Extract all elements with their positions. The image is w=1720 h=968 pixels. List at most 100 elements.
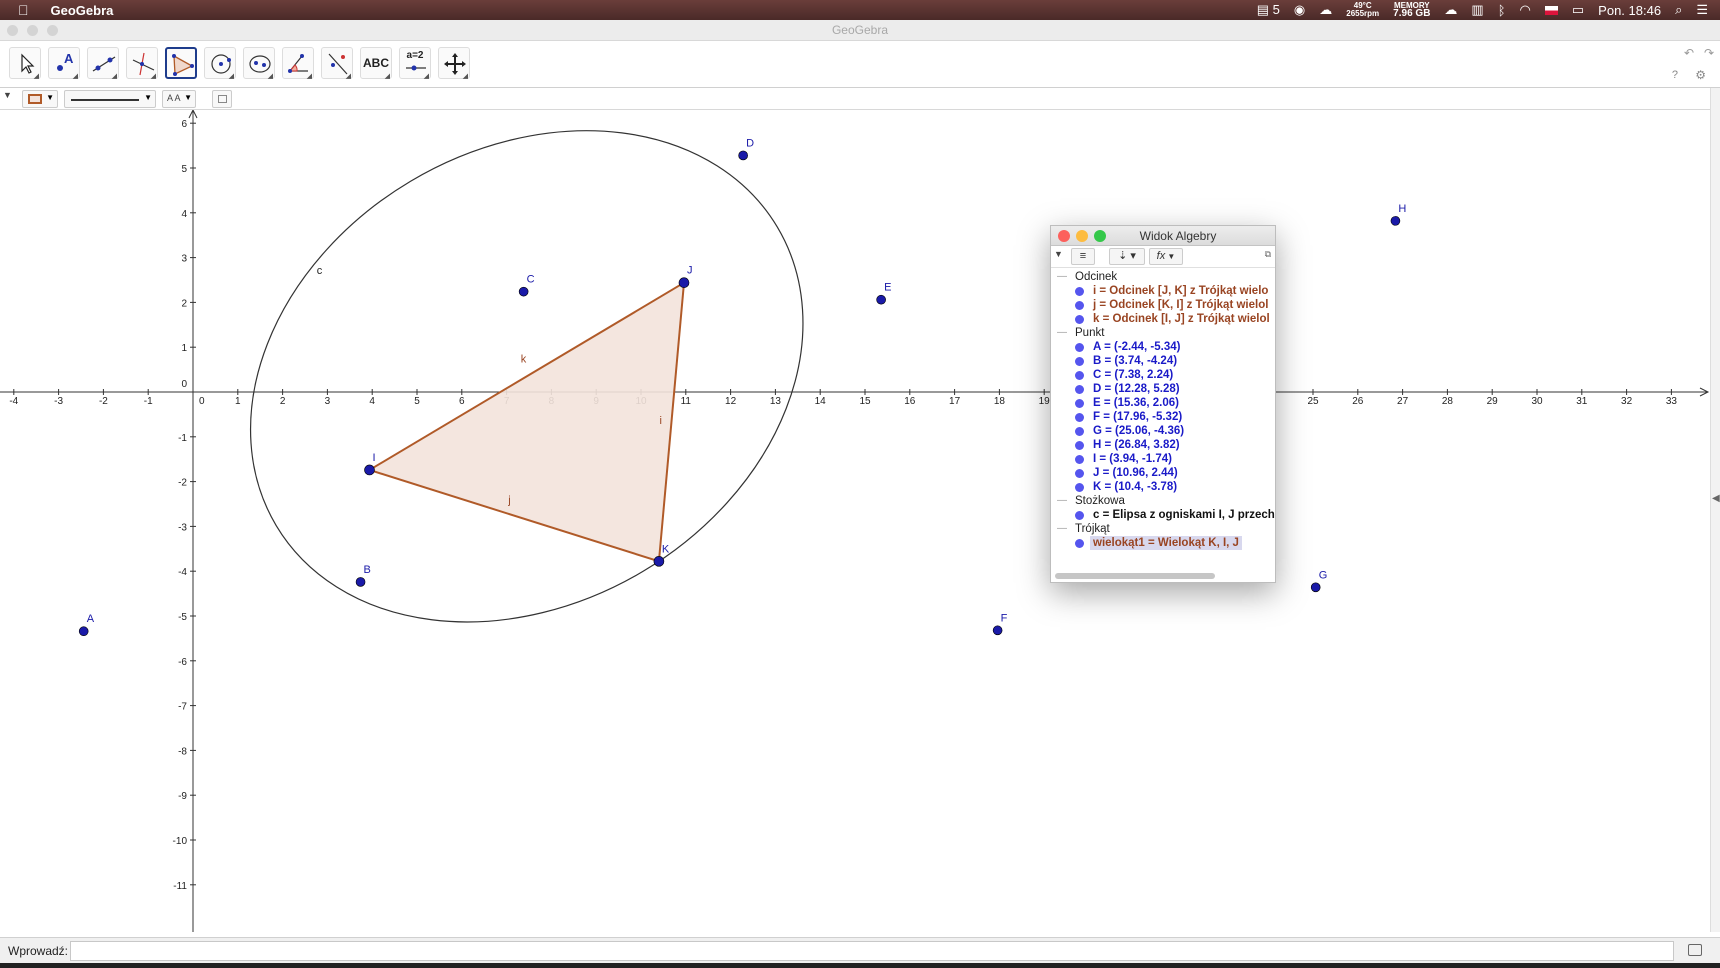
point-k[interactable] [653,556,665,567]
line-tool-button[interactable]: ◢ [87,47,119,80]
conic-tool-button[interactable]: ◢ [243,47,275,80]
point-g[interactable] [1310,582,1321,593]
bluetooth-icon[interactable]: ᛒ [1498,3,1506,18]
algebra-window-titlebar[interactable]: Widok Algebry [1051,226,1275,246]
indicator-icon[interactable]: ▤ 5 [1257,2,1280,18]
text-tool-label: ABC [363,56,389,70]
line-style-icon [71,99,139,101]
polygon-tool-button[interactable] [165,47,197,79]
visibility-toggle-icon[interactable] [1075,413,1084,422]
x-tick-label: 16 [904,396,916,407]
perpendicular-tool-button[interactable]: ◢ [126,47,158,80]
input-label: Wprowadź: [8,944,69,958]
line-style-button[interactable]: ▼ [64,90,156,108]
point-tool-button[interactable]: A ◢ [48,47,80,80]
visibility-toggle-icon[interactable] [1075,399,1084,408]
window-bottom-edge [0,963,1720,968]
y-tick-label: 4 [181,209,187,220]
search-icon[interactable]: ⌕ [1675,2,1682,18]
x-tick-label: 25 [1307,396,1319,407]
point-a[interactable] [78,626,89,637]
graphics-view[interactable]: -4-3-2-101234567891011121314151617181920… [0,110,1710,932]
fix-object-button[interactable] [212,90,232,108]
x-tick-label: -1 [144,396,153,407]
input-bar: Wprowadź: [0,937,1720,963]
notification-center-icon[interactable]: ☰ [1696,2,1708,18]
style-bar: ▼ ▼ ▼ A A ▼ [0,88,1720,110]
memory-monitor[interactable]: MEMORY 7.96 GB [1393,2,1430,19]
visibility-toggle-icon[interactable] [1075,483,1084,492]
side-panel-strip: ◀ [1710,88,1720,932]
visibility-toggle-icon[interactable] [1075,287,1084,296]
visibility-toggle-icon[interactable] [1075,343,1084,352]
visibility-toggle-icon[interactable] [1075,371,1084,380]
flag-icon[interactable] [1544,5,1558,15]
auxiliary-objects-button[interactable]: ≡ [1071,248,1095,265]
keyboard-icon[interactable] [1688,944,1702,956]
undo-icon[interactable]: ↶ [1684,46,1694,60]
help-icon[interactable]: ? [1672,69,1678,81]
collapse-arrow-icon[interactable]: ◀ [1712,493,1720,504]
x-tick-label: 27 [1397,396,1409,407]
clock[interactable]: Pon. 18:46 [1598,3,1661,18]
point-h[interactable] [1390,216,1401,226]
list-icon: ≡ [1079,250,1087,262]
collapse-icon[interactable]: — [1057,522,1067,536]
description-mode-button[interactable]: fx ▼ [1149,248,1183,265]
battery-icon[interactable]: ▭ [1572,2,1584,18]
sync-icon[interactable]: ◉ [1294,2,1305,18]
text-tool-button[interactable]: ABC ◢ [360,47,392,80]
point-b[interactable] [355,577,366,587]
x-tick-label: 11 [681,396,692,407]
point-e[interactable] [876,294,886,305]
collapse-icon[interactable]: — [1057,270,1067,284]
visibility-toggle-icon[interactable] [1075,315,1084,324]
point-c[interactable] [518,286,529,297]
gear-icon[interactable]: ⚙ [1695,68,1706,82]
app-menu[interactable]: GeoGebra [51,3,114,18]
x-tick-label: 14 [815,396,827,407]
temperature-monitor[interactable]: 49°C 2655rpm [1346,2,1379,18]
undock-icon[interactable]: ⧉ [1265,249,1271,260]
visibility-toggle-icon[interactable] [1075,385,1084,394]
visibility-toggle-icon[interactable] [1075,357,1084,366]
point-j[interactable] [678,277,690,288]
redo-icon[interactable]: ↷ [1704,46,1714,60]
point-d[interactable] [738,150,748,161]
x-tick-label: -4 [9,396,18,407]
circle-tool-button[interactable]: ◢ [204,47,236,80]
collapse-icon[interactable]: — [1057,494,1067,508]
point-label-a: A [87,613,95,625]
visibility-toggle-icon[interactable] [1075,455,1084,464]
cloud-icon[interactable]: ☁ [1444,2,1457,18]
polygon-icon [172,54,194,76]
label-style-button[interactable]: A A ▼ [162,90,196,108]
input-field[interactable] [70,941,1674,961]
stylebar-toggle-icon[interactable]: ▼ [3,90,12,100]
horizontal-scrollbar[interactable] [1055,573,1215,579]
collapse-icon[interactable]: — [1057,326,1067,340]
angle-tool-button[interactable]: ◢ [282,47,314,80]
visibility-toggle-icon[interactable] [1075,427,1084,436]
x-tick-label: 32 [1621,396,1633,407]
visibility-toggle-icon[interactable] [1075,511,1084,520]
y-tick-label: 5 [181,164,187,175]
point-i[interactable] [364,464,375,476]
wifi-icon[interactable]: ◠ [1520,2,1531,18]
visibility-toggle-icon[interactable] [1075,469,1084,478]
move-tool-button[interactable]: ◢ [9,47,41,80]
slider-tool-button[interactable]: a=2 ◢ [399,47,431,80]
sort-by-button[interactable]: ⇣ ▾ [1109,248,1145,265]
visibility-toggle-icon[interactable] [1075,539,1084,548]
x-tick-label: 4 [369,396,375,407]
point-f[interactable] [992,625,1003,636]
color-picker-button[interactable]: ▼ [22,90,58,108]
creative-cloud-icon[interactable]: ☁ [1319,2,1332,18]
battery-meter-icon[interactable]: ▥ [1471,2,1483,18]
reflect-tool-button[interactable]: ◢ [321,47,353,80]
move-view-tool-button[interactable]: ◢ [438,47,470,80]
visibility-toggle-icon[interactable] [1075,441,1084,450]
apple-icon[interactable]:  [18,2,29,18]
algebra-menu-toggle-icon[interactable]: ▼ [1054,249,1063,259]
visibility-toggle-icon[interactable] [1075,301,1084,310]
